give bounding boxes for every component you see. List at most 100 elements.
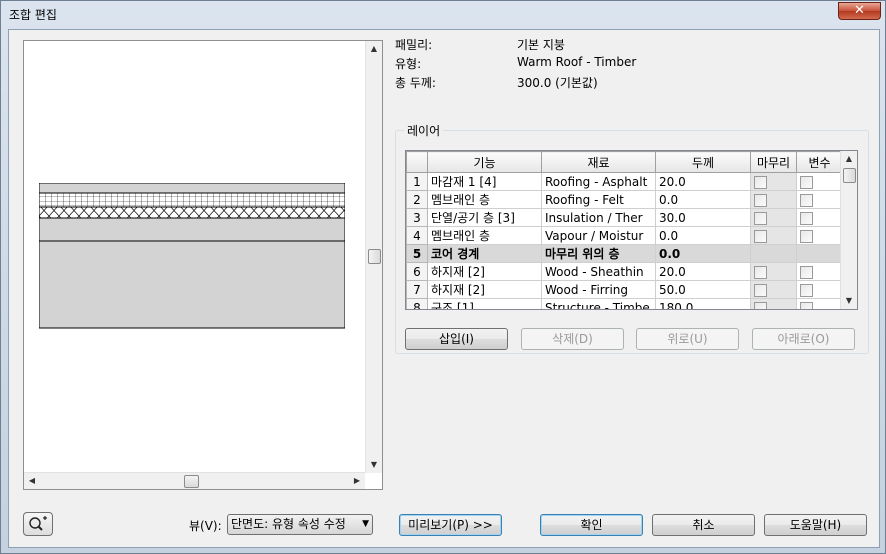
- layers-table: 기능 재료 두께 마무리 변수 1 마감재 1 [4] Roofing - As…: [405, 150, 858, 310]
- move-down-button[interactable]: 아래로(O): [752, 328, 855, 350]
- variable-checkbox[interactable]: [800, 193, 813, 207]
- variable-cell: [796, 172, 843, 191]
- horizontal-scroll-thumb[interactable]: [184, 475, 199, 488]
- row-number[interactable]: 7: [406, 280, 428, 299]
- wraps-cell: [750, 208, 797, 227]
- layer-material[interactable]: Vapour / Moistur: [541, 226, 656, 245]
- preview-horizontal-scrollbar[interactable]: ◀ ▶: [24, 472, 365, 489]
- table-row[interactable]: 3 단열/공기 층 [3] Insulation / Ther 30.0: [406, 208, 843, 227]
- variable-cell: [796, 208, 843, 227]
- wraps-checkbox[interactable]: [754, 175, 767, 189]
- layers-group-label: 레이어: [404, 122, 444, 139]
- row-number[interactable]: 5: [406, 244, 428, 263]
- layer-material[interactable]: Roofing - Asphalt: [541, 172, 656, 191]
- layer-thickness[interactable]: 50.0: [655, 280, 751, 299]
- wraps-cell: [750, 172, 797, 191]
- wraps-cell: [750, 226, 797, 245]
- layers-header-row: 기능 재료 두께 마무리 변수: [406, 151, 843, 173]
- core-boundary-row[interactable]: 5 코어 경계 마무리 위의 층 0.0: [406, 244, 843, 263]
- variable-cell: [796, 262, 843, 281]
- scroll-right-arrow-icon[interactable]: ▶: [349, 473, 365, 489]
- row-number[interactable]: 2: [406, 190, 428, 209]
- scroll-up-arrow-icon[interactable]: ▲: [366, 41, 382, 57]
- layer-function[interactable]: 구조 [1]: [427, 298, 542, 309]
- insert-layer-button[interactable]: 삽입(I): [405, 328, 508, 350]
- layer-function[interactable]: 멤브래인 층: [427, 226, 542, 245]
- column-header-material[interactable]: 재료: [541, 151, 656, 173]
- wraps-checkbox[interactable]: [754, 193, 767, 207]
- scroll-down-arrow-icon[interactable]: ▼: [366, 457, 382, 473]
- row-number[interactable]: 8: [406, 298, 428, 309]
- wraps-checkbox[interactable]: [754, 265, 767, 279]
- layer-thickness[interactable]: 0.0: [655, 190, 751, 209]
- layer-thickness[interactable]: 0.0: [655, 226, 751, 245]
- close-button[interactable]: ✕: [838, 2, 881, 20]
- scroll-down-arrow-icon[interactable]: ▼: [841, 293, 857, 309]
- variable-cell: [796, 298, 843, 309]
- cancel-button[interactable]: 취소: [652, 514, 755, 536]
- layer-thickness[interactable]: 20.0: [655, 172, 751, 191]
- variable-checkbox[interactable]: [800, 283, 813, 297]
- variable-checkbox[interactable]: [800, 265, 813, 279]
- row-number[interactable]: 6: [406, 262, 428, 281]
- table-row[interactable]: 7 하지재 [2] Wood - Firring 50.0: [406, 280, 843, 299]
- table-row[interactable]: 4 멤브래인 층 Vapour / Moistur 0.0: [406, 226, 843, 245]
- variable-checkbox[interactable]: [800, 301, 813, 309]
- wraps-cell: [750, 298, 797, 309]
- type-value: Warm Roof - Timber: [517, 55, 637, 69]
- table-row[interactable]: 6 하지재 [2] Wood - Sheathin 20.0: [406, 262, 843, 281]
- wraps-cell: [750, 262, 797, 281]
- view-label: 뷰(V):: [189, 519, 222, 533]
- zoom-icon: [29, 516, 47, 531]
- layer-function[interactable]: 마감재 1 [4]: [427, 172, 542, 191]
- layer-thickness[interactable]: 180.0: [655, 298, 751, 309]
- column-header-wraps[interactable]: 마무리: [750, 151, 797, 173]
- variable-checkbox[interactable]: [800, 229, 813, 243]
- scroll-up-arrow-icon[interactable]: ▲: [841, 151, 857, 167]
- layer-function[interactable]: 단열/공기 층 [3]: [427, 208, 542, 227]
- row-number[interactable]: 4: [406, 226, 428, 245]
- wraps-checkbox[interactable]: [754, 211, 767, 225]
- layer-thickness[interactable]: 30.0: [655, 208, 751, 227]
- preview-vertical-scrollbar[interactable]: ▲ ▼: [365, 41, 382, 473]
- preview-button[interactable]: 미리보기(P) >>: [399, 514, 502, 536]
- layer-thickness[interactable]: 20.0: [655, 262, 751, 281]
- column-header-variable[interactable]: 변수: [796, 151, 843, 173]
- zoom-button[interactable]: [23, 512, 53, 536]
- column-header-thickness[interactable]: 두께: [655, 151, 751, 173]
- layer-material[interactable]: Insulation / Ther: [541, 208, 656, 227]
- layer-thickness[interactable]: 0.0: [655, 244, 751, 263]
- wraps-checkbox[interactable]: [754, 283, 767, 297]
- row-number[interactable]: 3: [406, 208, 428, 227]
- layer-function[interactable]: 하지재 [2]: [427, 280, 542, 299]
- layer-material[interactable]: 마무리 위의 층: [541, 244, 656, 263]
- table-row[interactable]: 1 마감재 1 [4] Roofing - Asphalt 20.0: [406, 172, 843, 191]
- row-number[interactable]: 1: [406, 172, 428, 191]
- ok-button[interactable]: 확인: [540, 514, 643, 536]
- wraps-checkbox[interactable]: [754, 229, 767, 243]
- wraps-checkbox[interactable]: [754, 301, 767, 309]
- layer-material[interactable]: Wood - Sheathin: [541, 262, 656, 281]
- layer-material[interactable]: Wood - Firring: [541, 280, 656, 299]
- layer-function[interactable]: 하지재 [2]: [427, 262, 542, 281]
- table-scroll-thumb[interactable]: [843, 168, 856, 183]
- layer-material[interactable]: Structure - Timbe: [541, 298, 656, 309]
- layer-function[interactable]: 멤브래인 층: [427, 190, 542, 209]
- variable-checkbox[interactable]: [800, 175, 813, 189]
- table-row[interactable]: 2 멤브래인 층 Roofing - Felt 0.0: [406, 190, 843, 209]
- table-row[interactable]: 8 구조 [1] Structure - Timbe 180.0: [406, 298, 843, 309]
- scroll-left-arrow-icon[interactable]: ◀: [24, 473, 40, 489]
- variable-checkbox[interactable]: [800, 211, 813, 225]
- view-dropdown[interactable]: 단면도: 유형 속성 수정 ▼: [227, 514, 373, 535]
- column-header-function[interactable]: 기능: [427, 151, 542, 173]
- layers-table-scrollbar[interactable]: ▲ ▼: [840, 151, 857, 309]
- layer-material[interactable]: Roofing - Felt: [541, 190, 656, 209]
- delete-layer-button[interactable]: 삭제(D): [521, 328, 624, 350]
- help-button[interactable]: 도움말(H): [764, 514, 867, 536]
- layer-function[interactable]: 코어 경계: [427, 244, 542, 263]
- window-title: 조합 편집: [9, 8, 57, 22]
- wraps-cell: [750, 190, 797, 209]
- family-value: 기본 지붕: [517, 38, 565, 52]
- move-up-button[interactable]: 위로(U): [636, 328, 739, 350]
- vertical-scroll-thumb[interactable]: [368, 249, 381, 264]
